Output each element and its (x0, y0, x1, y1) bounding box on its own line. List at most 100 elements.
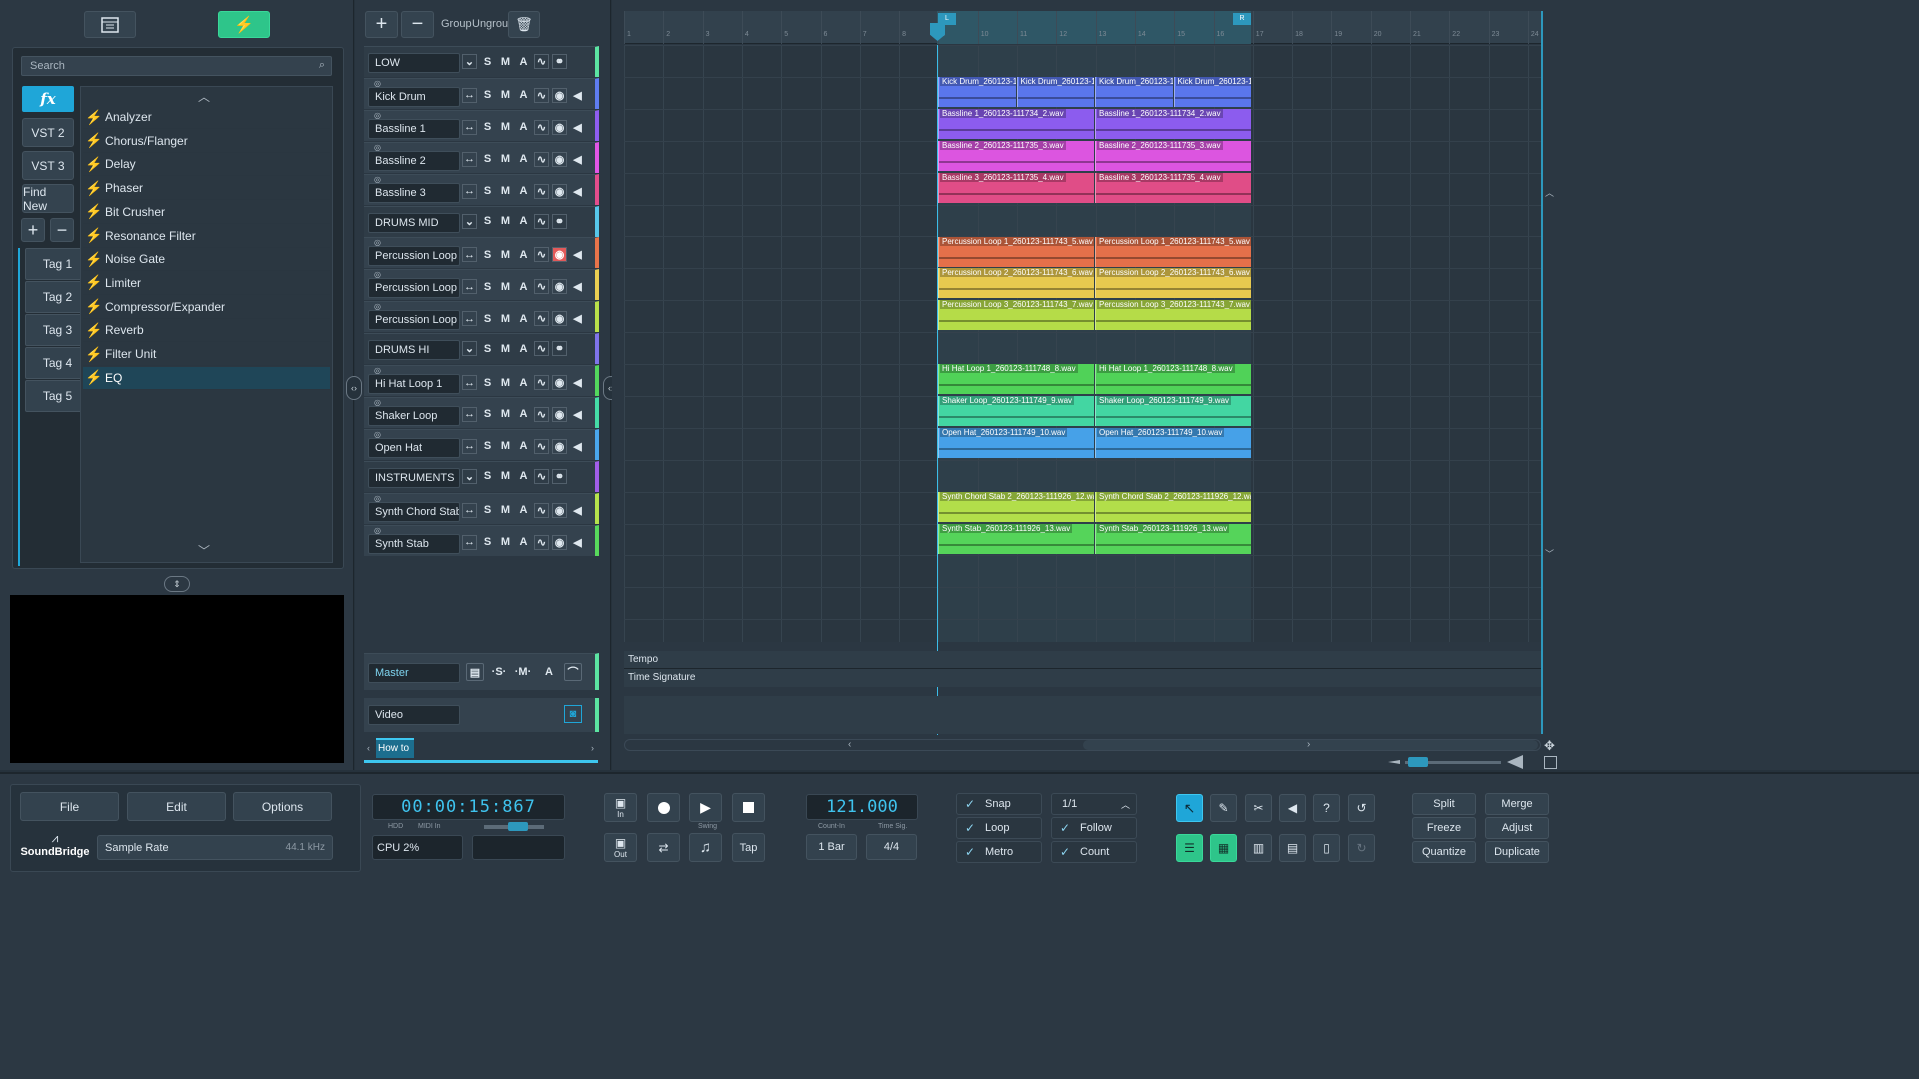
move-icon[interactable]: ✥ (1544, 738, 1555, 754)
metronome-button[interactable]: ♫ (689, 833, 722, 862)
undo-button[interactable]: ↺ (1348, 794, 1375, 822)
loop-toggle[interactable]: ✓ Loop (956, 817, 1042, 839)
solo-button[interactable]: S (480, 341, 495, 356)
freeze-button[interactable]: Freeze (1412, 817, 1476, 839)
plugin-item[interactable]: ⚡ Noise Gate (83, 248, 330, 272)
route-icon[interactable]: ↔ (462, 438, 477, 454)
plugin-item[interactable]: ⚡ Reverb (83, 319, 330, 343)
mute-button[interactable]: M (498, 88, 513, 103)
snap-toggle[interactable]: ✓ Snap (956, 793, 1042, 815)
audio-clip[interactable]: Synth Chord Stab 2_260123-111926_12.wav (938, 491, 1094, 522)
duplicate-button[interactable]: Duplicate (1485, 841, 1549, 863)
audio-clip[interactable]: Percussion Loop 3_260123-111743_7.wav (1095, 300, 1251, 331)
audio-clip[interactable]: Open Hat_260123-111749_10.wav (1095, 427, 1251, 458)
help-button[interactable]: ? (1313, 794, 1340, 822)
plugin-item[interactable]: ⚡ Bit Crusher (83, 201, 330, 224)
mute-button[interactable]: M (498, 247, 513, 262)
zoom-fit-icon[interactable] (1544, 756, 1557, 769)
category-vst3[interactable]: VST 3 (22, 151, 74, 180)
mute-button[interactable]: M (498, 407, 513, 422)
grid-select[interactable]: 1/1 ︿ (1051, 793, 1137, 815)
curve-icon[interactable]: ∿ (534, 311, 549, 327)
tab-scroll-right-icon[interactable]: › (591, 743, 594, 753)
audio-clip[interactable]: Bassline 1_260123-111734_2.wav (938, 108, 1094, 139)
automation-button[interactable]: A (516, 184, 531, 199)
curve-icon[interactable]: ∿ (534, 375, 549, 390)
record-arm-icon[interactable]: ◉ (552, 375, 567, 390)
audio-clip[interactable]: Kick Drum_260123-111726_1.wav (938, 77, 1016, 107)
route-icon[interactable]: ↔ (462, 311, 477, 327)
audio-clip[interactable]: Bassline 2_260123-111735_3.wav (1095, 140, 1251, 171)
track-name[interactable]: Synth Stab (368, 533, 460, 554)
expand-icon[interactable]: ⌄ (462, 468, 477, 484)
record-arm-icon[interactable]: ◉ (552, 534, 567, 550)
mute-button[interactable]: M (498, 535, 513, 550)
audio-clip[interactable]: Bassline 2_260123-111735_3.wav (938, 140, 1094, 171)
plugin-item[interactable]: ⚡ Analyzer (83, 106, 330, 129)
scroll-down-icon[interactable]: ﹀ (1545, 547, 1554, 560)
automation-button[interactable]: A (516, 503, 531, 518)
speaker-icon[interactable]: ◀ (570, 503, 585, 518)
route-icon[interactable]: ↔ (462, 502, 477, 518)
pencil-tool[interactable]: ✎ (1210, 794, 1237, 822)
mute-button[interactable]: M (498, 214, 513, 229)
resize-handle-icon[interactable]: ⇕ (164, 576, 190, 592)
speaker-icon[interactable]: ◀ (570, 279, 585, 294)
audio-clip[interactable]: Kick Drum_260123-111726_1.wav (1095, 77, 1173, 107)
time-signature-button[interactable]: 4/4 (866, 834, 917, 860)
route-icon[interactable]: ↔ (462, 151, 477, 167)
mute-button[interactable]: M (498, 152, 513, 167)
follow-toggle[interactable]: ✓ Follow (1051, 817, 1137, 839)
track-name[interactable]: INSTRUMENTS (368, 467, 460, 488)
pointer-tool[interactable]: ↖ (1176, 794, 1203, 822)
record-arm-icon[interactable]: ◉ (552, 183, 567, 199)
link-icon[interactable]: ⚭ (552, 213, 567, 229)
track-name[interactable]: Open Hat (368, 437, 460, 458)
track-name[interactable]: Percussion Loop 1 (368, 246, 460, 267)
track-name[interactable]: Hi Hat Loop 1 (368, 374, 460, 394)
audio-clip[interactable]: Percussion Loop 3_260123-111743_7.wav (938, 300, 1094, 331)
scroll-up-icon[interactable]: ︿ (1545, 186, 1554, 199)
route-icon[interactable]: ↔ (462, 183, 477, 199)
play-button[interactable]: ▶ (689, 793, 722, 822)
master-mute-button[interactable]: ·M· (514, 663, 532, 681)
route-icon[interactable]: ↔ (462, 87, 477, 103)
automation-button[interactable]: A (516, 88, 531, 103)
automation-button[interactable]: A (516, 214, 531, 229)
audio-clip[interactable]: Synth Stab_260123-111926_13.wav (1095, 523, 1251, 554)
curve-icon[interactable]: ∿ (534, 406, 549, 422)
mute-button[interactable]: M (498, 184, 513, 199)
audio-clip[interactable]: Bassline 1_260123-111734_2.wav (1095, 108, 1251, 139)
audio-clip[interactable]: Open Hat_260123-111749_10.wav (938, 427, 1094, 458)
file-menu-button[interactable]: File (20, 792, 119, 821)
speaker-icon[interactable]: ◀ (570, 88, 585, 103)
count-in-button[interactable]: 1 Bar (806, 834, 857, 860)
curve-icon[interactable]: ∿ (534, 468, 549, 484)
track-name[interactable]: Percussion Loop 2 (368, 278, 460, 299)
automation-button[interactable]: A (516, 311, 531, 326)
automation-button[interactable]: A (516, 469, 531, 484)
solo-button[interactable]: S (480, 279, 495, 294)
audio-clip[interactable]: Synth Chord Stab 2_260123-111926_12.wav (1095, 491, 1251, 522)
right-locator[interactable]: R (1233, 13, 1251, 25)
route-icon[interactable]: ↔ (462, 406, 477, 422)
browser-view-button[interactable] (84, 11, 136, 38)
plugin-item[interactable]: ⚡ Filter Unit (83, 343, 330, 366)
speaker-icon[interactable]: ◀ (570, 535, 585, 550)
plugin-item[interactable]: ⚡ Delay (83, 153, 330, 177)
piano-roll-button[interactable]: ▤ (1279, 834, 1306, 862)
curve-icon[interactable]: ∿ (534, 54, 549, 69)
curve-icon[interactable]: ∿ (534, 151, 549, 167)
mute-button[interactable]: M (498, 439, 513, 454)
automation-button[interactable]: A (516, 535, 531, 550)
automation-button[interactable]: A (516, 407, 531, 422)
audio-clip[interactable]: Bassline 3_260123-111735_4.wav (938, 172, 1094, 203)
options-menu-button[interactable]: Options (233, 792, 332, 821)
tab-scroll-left-icon[interactable]: ‹ (367, 743, 370, 753)
record-arm-icon[interactable]: ◉ (552, 247, 567, 263)
plugin-item[interactable]: ⚡ EQ (83, 366, 330, 390)
record-arm-icon[interactable]: ◉ (552, 502, 567, 518)
sample-rate-field[interactable]: Sample Rate 44.1 kHz (97, 835, 333, 860)
audio-clip[interactable]: Hi Hat Loop 1_260123-111748_8.wav (938, 364, 1094, 395)
curve-icon[interactable]: ∿ (534, 438, 549, 454)
